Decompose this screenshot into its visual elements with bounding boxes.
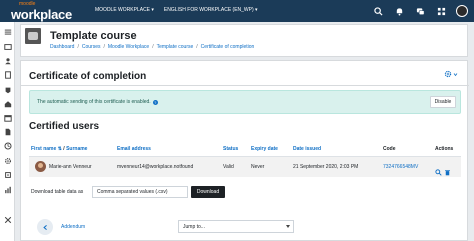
bell-icon[interactable]: [393, 5, 405, 17]
download-button[interactable]: Download: [191, 186, 225, 198]
disable-button[interactable]: Disable: [430, 96, 456, 108]
header-issued[interactable]: Date issued: [293, 146, 321, 152]
dashboard-icon[interactable]: [2, 98, 13, 109]
caret-down-icon: [286, 225, 290, 228]
view-icon[interactable]: [435, 163, 442, 176]
top-navbar: moodle workplace MOODLE WORKPLACE ▾ ENGL…: [0, 0, 474, 22]
settings-icon[interactable]: [2, 155, 13, 166]
moodle-workplace-logo[interactable]: moodle workplace: [11, 2, 72, 23]
course-title: Template course: [50, 30, 137, 42]
course-header: Template course Dashboard / Courses / Mo…: [20, 24, 468, 57]
chevron-down-icon: [453, 72, 458, 76]
info-alert: The automatic sending of this certificat…: [29, 90, 461, 114]
breadcrumb-category[interactable]: Moodle Workplace: [108, 44, 149, 50]
calendar-icon[interactable]: [2, 112, 13, 123]
cell-email: mvenneur14@workplace.notfound: [117, 164, 194, 170]
page-title: Certificate of completion: [29, 71, 147, 82]
main-content: Certificate of completion The automatic …: [20, 60, 469, 241]
left-sidebar: [0, 22, 15, 241]
user-picture[interactable]: [35, 161, 46, 172]
menu-icon[interactable]: [2, 26, 13, 37]
user-avatar-menu[interactable]: [456, 5, 468, 17]
competencies-icon[interactable]: [2, 84, 13, 95]
previous-activity-link[interactable]: Addendum: [61, 224, 85, 230]
divider: [21, 85, 469, 86]
previous-activity-button[interactable]: [37, 219, 53, 235]
breadcrumb-courses[interactable]: Courses: [82, 44, 101, 50]
search-icon[interactable]: [372, 5, 384, 17]
jump-to-select[interactable]: Jump to...: [178, 220, 294, 233]
gear-icon: [444, 70, 452, 78]
cell-issued: 21 September 2020, 2:03 PM: [293, 164, 359, 170]
apps-icon[interactable]: [435, 5, 447, 17]
tools-icon[interactable]: [2, 214, 13, 225]
header-first-name-label: First name: [31, 146, 57, 152]
header-separator: /: [63, 146, 65, 152]
course-image: [25, 28, 41, 44]
alert-message: The automatic sending of this certificat…: [37, 99, 158, 105]
download-label: Download table data as: [31, 189, 84, 195]
breadcrumb-dashboard[interactable]: Dashboard: [50, 44, 74, 50]
grades-icon[interactable]: [2, 69, 13, 80]
top-nav-menus: MOODLE WORKPLACE ▾ ENGLISH FOR WORKPLACE…: [95, 7, 258, 13]
delete-icon[interactable]: [444, 163, 451, 176]
breadcrumb: Dashboard / Courses / Moodle Workplace /…: [50, 44, 254, 50]
report-icon[interactable]: [2, 184, 13, 195]
header-status[interactable]: Status: [223, 146, 238, 152]
chat-icon[interactable]: [414, 5, 426, 17]
top-icons: [372, 5, 468, 17]
breadcrumb-current[interactable]: Certificate of completion: [201, 44, 255, 50]
download-format-select[interactable]: Comma separated values (.csv): [92, 186, 188, 198]
people-icon[interactable]: [2, 55, 13, 66]
header-expiry[interactable]: Expiry date: [251, 146, 278, 152]
cell-status: Valid: [223, 164, 234, 170]
jump-to-label: Jump to...: [183, 223, 205, 230]
plugin-icon[interactable]: [2, 169, 13, 180]
logo-big-text: workplace: [11, 7, 72, 22]
breadcrumb-separator: /: [196, 44, 198, 50]
header-first-name[interactable]: First name ⇅ / Surname: [31, 146, 87, 152]
cell-expiry: Never: [251, 164, 265, 170]
header-actions: Actions: [435, 146, 454, 152]
cell-code[interactable]: 7324766548MV: [383, 164, 418, 170]
sort-icon: ⇅: [57, 146, 62, 152]
breadcrumb-separator: /: [152, 44, 154, 50]
language-menu[interactable]: ENGLISH FOR WORKPLACE (EN_WP) ▾: [164, 7, 258, 13]
help-icon[interactable]: ?: [152, 99, 158, 105]
settings-menu-button[interactable]: [444, 69, 460, 79]
alert-text: The automatic sending of this certificat…: [37, 99, 151, 105]
header-surname[interactable]: Surname: [66, 146, 87, 152]
cell-name[interactable]: Marie-ann Venneur: [49, 164, 92, 170]
history-icon[interactable]: [2, 140, 13, 151]
breadcrumb-separator: /: [77, 44, 79, 50]
files-icon[interactable]: [2, 126, 13, 137]
breadcrumb-separator: /: [103, 44, 105, 50]
chevron-left-icon: [42, 224, 47, 230]
course-icon[interactable]: [2, 41, 13, 52]
breadcrumb-course[interactable]: Template course: [157, 44, 194, 50]
header-email[interactable]: Email address: [117, 146, 151, 152]
tenant-menu[interactable]: MOODLE WORKPLACE ▾: [95, 7, 154, 13]
section-title: Certified users: [29, 121, 100, 132]
header-code: Code: [383, 146, 396, 152]
